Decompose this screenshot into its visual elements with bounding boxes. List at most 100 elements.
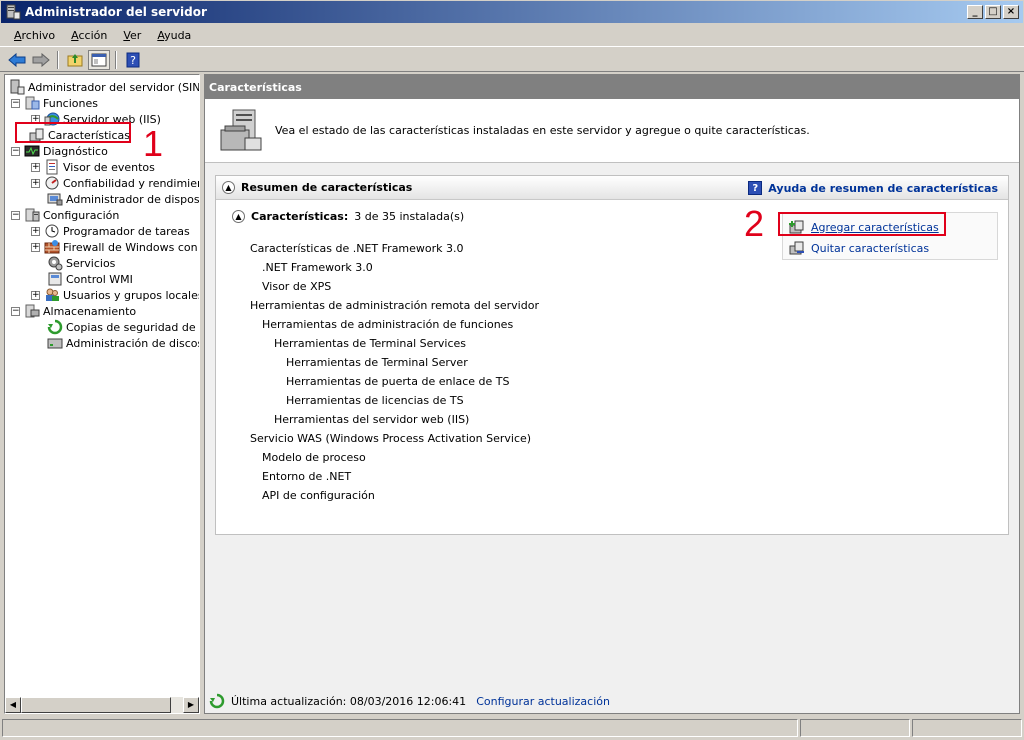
tree-label: Servicios [66,256,116,270]
tree-label: Usuarios y grupos locales [63,288,200,302]
minimize-button[interactable]: _ [967,5,983,19]
menu-ayuda[interactable]: Ayuda [149,29,199,42]
tree-item-servicios[interactable]: Servicios [47,255,115,271]
tree-label: Configuración [43,208,120,222]
performance-icon [44,175,60,191]
tree-item-diagnostico[interactable]: − Diagnóstico [11,143,108,159]
tree-item-configuracion[interactable]: − Configuración [11,207,119,223]
feature-item: Herramientas del servidor web (IIS) [274,413,470,426]
tree-item-copias[interactable]: Copias de seguridad de Wir [47,319,199,335]
folder-up-icon [67,53,83,66]
scroll-right-button[interactable]: ▶ [183,697,199,713]
tree-item-discos[interactable]: Administración de discos [47,335,199,351]
feature-item: Modelo de proceso [262,451,366,464]
storage-icon [24,303,40,319]
collapse-toggle[interactable]: − [11,210,20,220]
backup-icon [47,319,63,335]
tree-item-funciones[interactable]: − Funciones [11,95,98,111]
toolbar-separator [57,50,59,69]
feature-item: Características de .NET Framework 3.0 [250,242,464,255]
section-header: ▲ Resumen de características ? Ayuda de … [216,176,1008,200]
diagnostics-icon [24,143,40,159]
forward-button[interactable] [30,50,52,70]
firewall-icon [44,239,60,255]
configure-update-link[interactable]: Configurar actualización [476,695,610,708]
tree-item-confiabilidad[interactable]: + Confiabilidad y rendimiento [31,175,200,191]
forward-arrow-icon [32,52,50,67]
tree-label: Programador de tareas [63,224,190,238]
help-button[interactable]: ? [122,50,144,70]
tree-item-programador[interactable]: + Programador de tareas [31,223,190,239]
close-button[interactable]: × [1003,5,1019,19]
remove-features-link[interactable]: Quitar características [789,240,929,256]
help-summary-link[interactable]: ? Ayuda de resumen de características [748,181,998,195]
menu-ver[interactable]: Ver [115,29,149,42]
collapse-features-icon[interactable]: ▲ [232,210,245,223]
collapse-section-icon[interactable]: ▲ [222,181,235,194]
collapse-toggle[interactable]: − [11,98,20,108]
tree-label: Firewall de Windows con se [63,240,200,254]
feature-item: API de configuración [262,489,375,502]
tree-label: Administrador de dispositiv [66,192,200,206]
console-tree: Administrador del servidor (SINTES − Fun… [4,74,200,714]
expand-toggle[interactable]: + [31,242,40,252]
tree-item-admin-dispositivos[interactable]: Administrador de dispositiv [47,191,200,207]
menu-label: er [130,29,142,42]
last-update-text: Última actualización: 08/03/2016 12:06:4… [231,694,467,708]
maximize-button[interactable]: □ [985,5,1001,19]
services-gear-icon [47,255,63,271]
menu-mnemonic: A [14,29,22,42]
users-icon [44,287,60,303]
server-manager-icon [5,4,21,20]
show-hide-tree-button[interactable] [88,49,110,70]
menu-archivo[interactable]: Archivo [6,29,63,42]
collapse-toggle[interactable]: − [11,146,20,156]
menu-label: yuda [164,29,192,42]
tree-horizontal-scrollbar[interactable]: ◀ ▶ [5,697,199,713]
feature-item: .NET Framework 3.0 [262,261,373,274]
tree-label: Copias de seguridad de Wir [66,320,199,334]
back-arrow-icon [8,52,26,67]
tree-item-firewall[interactable]: + Firewall de Windows con se [31,239,200,255]
annotation-box-2 [778,212,946,236]
feature-item: Herramientas de Terminal Server [286,356,468,369]
console-tree-icon [91,53,107,66]
up-folder-button[interactable] [64,50,86,70]
scroll-thumb[interactable] [21,697,171,713]
expand-toggle[interactable]: + [31,290,40,300]
expand-toggle[interactable]: + [31,178,40,188]
clock-icon [44,223,60,239]
title-bar: Administrador del servidor _ □ × [0,0,1024,24]
tree-item-usuarios[interactable]: + Usuarios y grupos locales [31,287,200,303]
menu-label: rchivo [21,29,56,42]
feature-item: Herramientas de administración de funcio… [262,318,514,331]
scroll-left-button[interactable]: ◀ [5,697,21,713]
tree-label: Confiabilidad y rendimiento [63,176,200,190]
device-manager-icon [47,191,63,207]
expand-toggle[interactable]: + [31,226,40,236]
back-button[interactable] [6,50,28,70]
status-bar [0,716,1024,740]
help-book-icon: ? [126,52,140,67]
tree-label: Control WMI [66,272,133,286]
annotation-box-1 [15,122,131,143]
help-link-text: Ayuda de resumen de características [768,181,998,195]
tree-label: Almacenamiento [43,304,137,318]
tree-item-visor-eventos[interactable]: + Visor de eventos [31,159,155,175]
tree-root[interactable]: Administrador del servidor (SINTES [9,79,200,95]
toolbar: ? [0,48,1024,72]
details-pane: Características Vea el estado de las car… [204,74,1020,714]
tree-item-wmi[interactable]: Control WMI [47,271,133,287]
menu-bar: Archivo Acción Ver Ayuda [0,25,1024,47]
collapse-toggle[interactable]: − [11,306,20,316]
tree-label: Administrador del servidor (SINTES [28,80,200,94]
expand-toggle[interactable]: + [31,162,40,172]
intro-text: Vea el estado de las características ins… [275,124,810,137]
toolbar-separator [115,50,117,69]
annotation-number-2: 2 [744,203,765,244]
window-title: Administrador del servidor [25,5,207,19]
remove-features-icon [789,240,805,256]
tree-item-almacenamiento[interactable]: − Almacenamiento [11,303,136,319]
feature-item: Herramientas de administración remota de… [250,299,539,312]
menu-accion[interactable]: Acción [63,29,115,42]
